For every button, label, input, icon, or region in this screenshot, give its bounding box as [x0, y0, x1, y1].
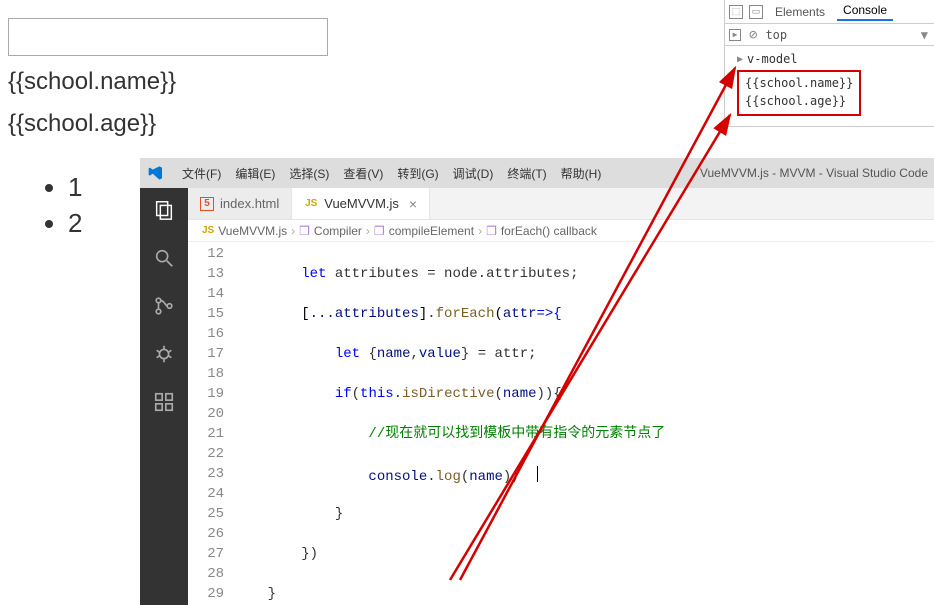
inspect-icon[interactable]: ⬚ — [729, 5, 743, 19]
line-number-gutter: 1213141516171819202122232425262728293031 — [188, 242, 234, 605]
explorer-icon[interactable] — [150, 196, 178, 224]
editor-area: 5 index.html JS VueMVVM.js × JS VueMVVM.… — [188, 188, 934, 605]
annotation-box: {{school.name}} {{school.age}} — [737, 70, 861, 116]
debug-icon[interactable] — [150, 340, 178, 368]
menu-debug[interactable]: 调试(D) — [447, 165, 500, 182]
menu-view[interactable]: 查看(V) — [337, 165, 389, 182]
tab-label: VueMVVM.js — [324, 196, 399, 211]
console-line: {{school.age}} — [745, 92, 853, 110]
vscode-window: 文件(F) 编辑(E) 选择(S) 查看(V) 转到(G) 调试(D) 终端(T… — [140, 158, 934, 605]
tab-label: index.html — [220, 196, 279, 211]
source-control-icon[interactable] — [150, 292, 178, 320]
code-lines[interactable]: let attributes = node.attributes; [...at… — [234, 242, 934, 605]
caret-right-icon: ▶ — [737, 54, 743, 65]
vscode-logo-icon — [140, 165, 172, 181]
class-icon: ❒ — [299, 224, 310, 238]
menu-file[interactable]: 文件(F) — [176, 165, 227, 182]
mustache-text-2: {{school.age}} — [8, 108, 328, 140]
crumb-class[interactable]: Compiler — [314, 224, 362, 238]
js-icon: JS — [202, 225, 214, 236]
menu-goto[interactable]: 转到(G) — [391, 165, 444, 182]
editor-tabs: 5 index.html JS VueMVVM.js × — [188, 188, 934, 220]
context-select[interactable]: top — [765, 28, 787, 42]
tab-console[interactable]: Console — [837, 3, 893, 21]
dropdown-caret-icon[interactable]: ▼ — [921, 28, 928, 42]
console-line: v-model — [747, 52, 798, 66]
close-icon[interactable]: × — [409, 196, 417, 212]
crumb-callback[interactable]: forEach() callback — [501, 224, 597, 238]
tab-vuemvvm-js[interactable]: JS VueMVVM.js × — [292, 188, 430, 219]
device-toggle-icon[interactable]: ▭ — [749, 5, 763, 19]
crumb-method[interactable]: compileElement — [389, 224, 474, 238]
v-model-input[interactable] — [8, 18, 328, 56]
console-output: ▶ v-model {{school.name}} {{school.age}} — [725, 46, 934, 126]
devtools-tab-bar: ⬚ ▭ Elements Console — [725, 0, 934, 24]
tab-index-html[interactable]: 5 index.html — [188, 188, 292, 219]
tab-elements[interactable]: Elements — [769, 5, 831, 19]
devtools-toolbar: ▶ ⊘ top ▼ — [725, 24, 934, 46]
search-icon[interactable] — [150, 244, 178, 272]
vscode-title-bar: 文件(F) 编辑(E) 选择(S) 查看(V) 转到(G) 调试(D) 终端(T… — [140, 158, 934, 188]
vscode-menu: 文件(F) 编辑(E) 选择(S) 查看(V) 转到(G) 调试(D) 终端(T… — [176, 165, 607, 182]
menu-edit[interactable]: 编辑(E) — [229, 165, 281, 182]
js-icon: JS — [304, 197, 318, 211]
method-icon: ❒ — [486, 224, 497, 238]
text-caret — [537, 466, 538, 482]
devtools-panel: ⬚ ▭ Elements Console ▶ ⊘ top ▼ ▶ v-model … — [724, 0, 934, 127]
code-editor[interactable]: 1213141516171819202122232425262728293031… — [188, 242, 934, 605]
console-line: {{school.name}} — [745, 74, 853, 92]
play-icon[interactable]: ▶ — [729, 29, 741, 41]
extensions-icon[interactable] — [150, 388, 178, 416]
mustache-text-1: {{school.name}} — [8, 66, 328, 98]
activity-bar — [140, 188, 188, 605]
clear-console-icon[interactable]: ⊘ — [749, 27, 757, 43]
crumb-file[interactable]: VueMVVM.js — [218, 224, 287, 238]
menu-terminal[interactable]: 终端(T) — [501, 165, 552, 182]
method-icon: ❒ — [374, 224, 385, 238]
breadcrumb[interactable]: JS VueMVVM.js › ❒ Compiler › ❒ compileEl… — [188, 220, 934, 242]
menu-select[interactable]: 选择(S) — [283, 165, 335, 182]
html-icon: 5 — [200, 197, 214, 211]
vscode-title-text: VueMVVM.js - MVVM - Visual Studio Code — [607, 166, 934, 180]
menu-help[interactable]: 帮助(H) — [555, 165, 608, 182]
